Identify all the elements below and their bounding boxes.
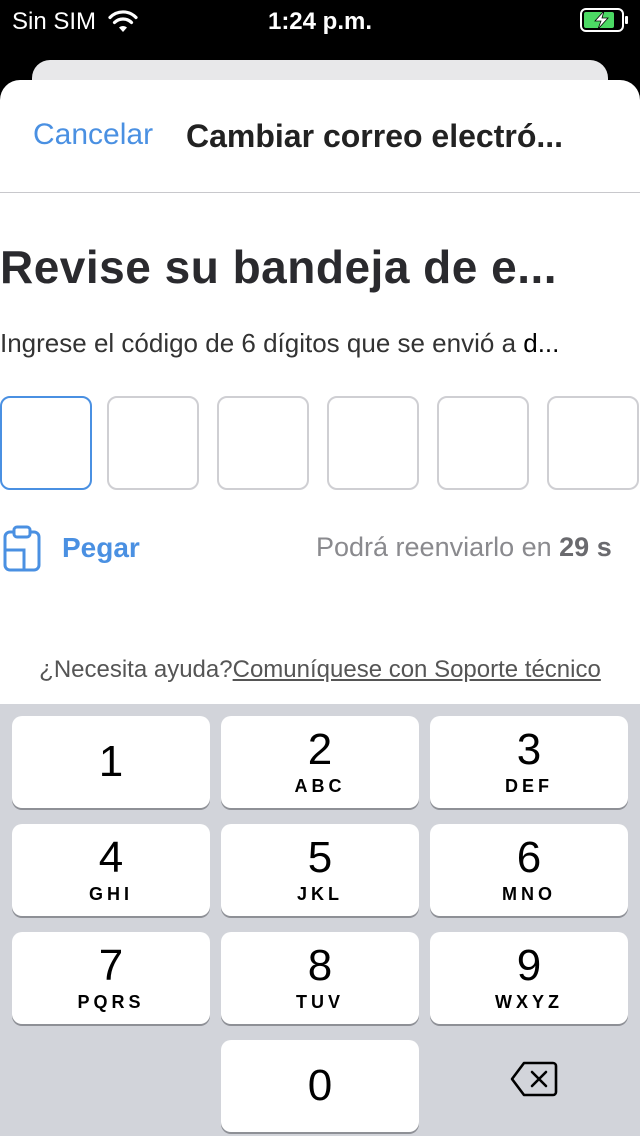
clock: 1:24 p.m. [267, 8, 373, 35]
resend-text: Podrá reenviarlo en [316, 532, 560, 562]
key-letters: WXYZ [495, 992, 563, 1012]
code-digit-2[interactable] [107, 396, 199, 490]
key-digit: 3 [516, 725, 542, 774]
key-letters: ABC [294, 776, 346, 796]
key-digit: 2 [307, 725, 333, 774]
key-2[interactable]: 2 ABC [221, 716, 419, 808]
key-7[interactable]: 7 PQRS [12, 932, 210, 1024]
key-digit: 8 [307, 941, 333, 990]
numeric-keypad: 1 2 ABC 3 DEF 4 GHI 5 JKL 6 MNO 7 PQRS 8… [0, 704, 640, 1136]
key-digit: 1 [98, 737, 124, 786]
key-0[interactable]: 0 [221, 1040, 419, 1132]
key-9[interactable]: 9 WXYZ [430, 932, 628, 1024]
key-8[interactable]: 8 TUV [221, 932, 419, 1024]
key-letters: TUV [296, 992, 344, 1012]
help-text: ¿Necesita ayuda? [39, 656, 233, 683]
cancel-button[interactable]: Cancelar [33, 118, 153, 152]
key-1[interactable]: 1 [12, 716, 210, 808]
clipboard-icon [3, 525, 41, 572]
key-letters: MNO [502, 884, 556, 904]
resend-countdown: Podrá reenviarlo en 29 s [316, 532, 612, 563]
key-letters: GHI [88, 884, 133, 904]
key-3[interactable]: 3 DEF [430, 716, 628, 808]
battery-charging-icon [580, 8, 628, 32]
instructions-text: Ingrese el código de 6 dígitos que se en… [0, 328, 524, 358]
paste-label: Pegar [62, 532, 140, 563]
key-digit: 5 [307, 833, 333, 882]
code-digit-5[interactable] [437, 396, 529, 490]
key-letters: DEF [505, 776, 553, 796]
heading: Revise su bandeja de e... [0, 241, 558, 293]
help-line: ¿Necesita ayuda?Comuníquese con Soporte … [0, 656, 640, 684]
key-6[interactable]: 6 MNO [430, 824, 628, 916]
resend-seconds: 29 s [559, 532, 612, 562]
key-letters: PQRS [77, 992, 145, 1012]
code-digit-4[interactable] [327, 396, 419, 490]
backspace-icon[interactable] [510, 1060, 558, 1098]
key-digit: 4 [98, 833, 124, 882]
code-digit-3[interactable] [217, 396, 309, 490]
instructions: Ingrese el código de 6 dígitos que se en… [0, 328, 640, 359]
key-4[interactable]: 4 GHI [12, 824, 210, 916]
key-digit: 6 [516, 833, 542, 882]
status-bar: Sin SIM 1:24 p.m. [0, 0, 640, 42]
code-digit-6[interactable] [547, 396, 639, 490]
navigation-bar: Cancelar Cambiar correo electró... [0, 80, 640, 193]
key-digit: 0 [307, 1061, 333, 1110]
key-5[interactable]: 5 JKL [221, 824, 419, 916]
key-letters: JKL [296, 884, 343, 904]
support-link[interactable]: Comuníquese con Soporte técnico [233, 656, 601, 683]
key-digit: 9 [516, 941, 542, 990]
page-title: Cambiar correo electró... [186, 118, 564, 154]
key-digit: 7 [98, 941, 124, 990]
masked-email: d... [523, 328, 560, 358]
code-digit-1[interactable] [0, 396, 92, 490]
